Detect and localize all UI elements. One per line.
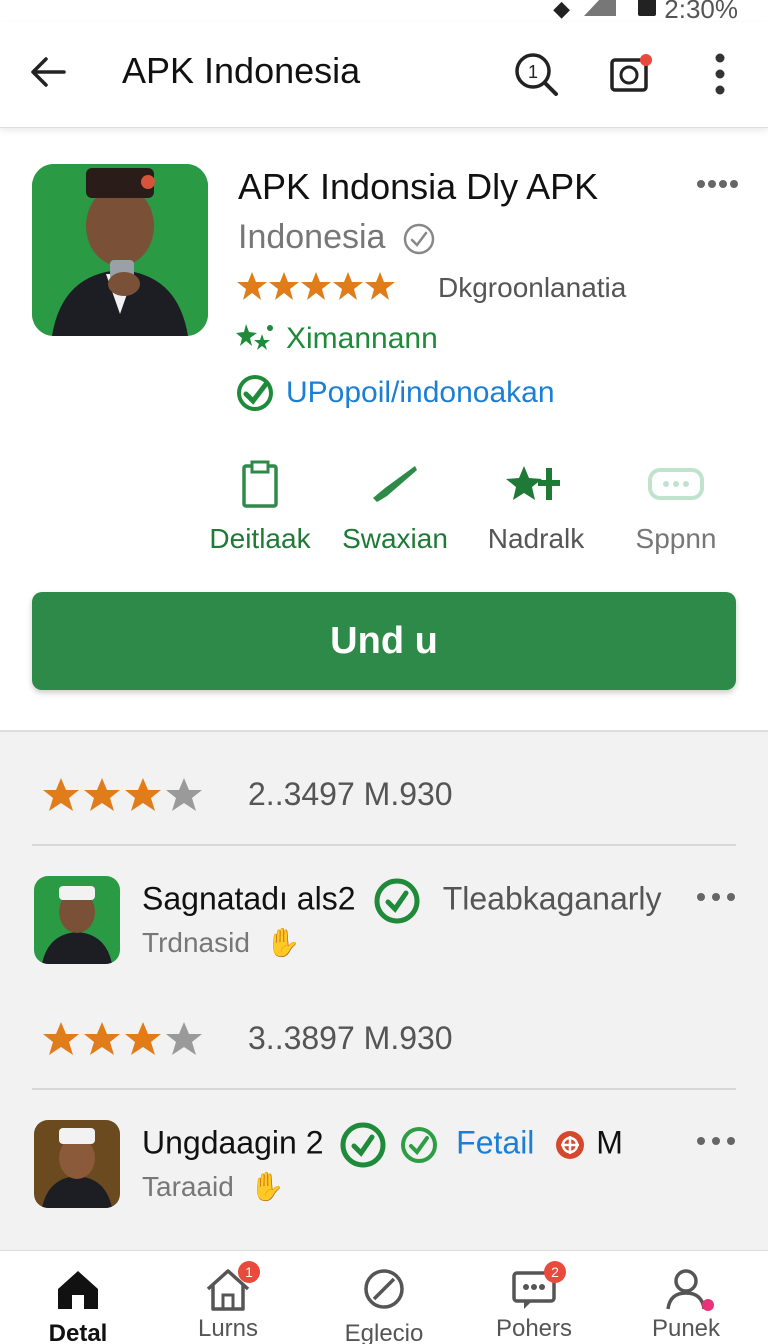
circle-slash-icon	[364, 1269, 404, 1309]
reviews-section: 2..3497 M.930 Sagnatadı als2 Tleabkagana…	[0, 730, 768, 1250]
bottom-navigation: Detal 1 Lurns Eglecio 2 Pohers Punek	[0, 1250, 768, 1344]
status-bar: ◆ 2:30%	[0, 0, 768, 24]
install-button[interactable]: Und u	[32, 592, 736, 690]
target-icon	[556, 1131, 585, 1159]
verified-badge-icon	[374, 878, 420, 924]
verified-check-icon	[403, 223, 435, 255]
nav-eglecio[interactable]: Eglecio	[324, 1267, 444, 1344]
sparkle-icon	[506, 466, 560, 500]
notification-dot	[702, 1299, 714, 1311]
search-icon[interactable]: 1	[512, 50, 560, 98]
check-circle-icon	[401, 1127, 438, 1163]
rating-value: 3..3897 M.930	[248, 1020, 453, 1056]
action-label: Nadralk	[487, 523, 585, 554]
nav-pohers[interactable]: 2 Pohers	[474, 1261, 594, 1343]
action-label: Deitlaak	[209, 523, 311, 554]
nav-label: Detal	[48, 1320, 108, 1344]
rating-stars	[43, 1022, 202, 1055]
more-horizontal-icon[interactable]	[696, 1134, 736, 1148]
app-name: APK Indonsia Dly APK	[238, 166, 599, 207]
check-circle-icon	[237, 375, 273, 411]
thumbs-up-icon[interactable]: ✋	[250, 1171, 285, 1202]
avatar	[34, 1120, 120, 1208]
app-rating-stars	[237, 272, 395, 300]
more-horizontal-icon[interactable]	[696, 176, 738, 192]
wifi-icon: ◆	[553, 0, 570, 21]
nav-lurns[interactable]: 1 Lurns	[168, 1261, 288, 1343]
page-title: APK Indonesia	[122, 50, 361, 91]
nav-punek[interactable]: Punek	[626, 1267, 746, 1343]
action-row: Deitlaak Swaxian Nadralk Sppnn	[0, 460, 768, 560]
overflow-menu-icon[interactable]	[696, 50, 744, 98]
review-item[interactable]: Ungdaagin 2 Fetail M Taraaid ✋	[34, 1120, 744, 1220]
rating-stars	[43, 778, 202, 811]
category-badge[interactable]: Ximannann	[236, 322, 438, 356]
nav-label: Eglecio	[344, 1320, 424, 1344]
app-header: APK Indonsia Dly APK Indonesia Dkgroonla…	[0, 140, 768, 730]
more-horizontal-icon[interactable]	[696, 890, 736, 904]
thumbs-up-icon[interactable]: ✋	[266, 927, 301, 958]
reviewer-name: Ungdaagin 2 Fetail M	[142, 1122, 623, 1168]
reviewer-name: Sagnatadı als2 Tleabkaganarly	[142, 878, 662, 924]
house-icon: 1	[204, 1261, 260, 1311]
reviewer-subtitle: Taraaid ✋	[142, 1171, 285, 1202]
rating-value: 2..3497 M.930	[248, 776, 453, 812]
signal-icon	[584, 0, 616, 16]
developer-name[interactable]: Indonesia	[238, 218, 385, 257]
action-deitlaak[interactable]: Deitlaak	[190, 460, 330, 555]
battery-icon	[638, 0, 656, 16]
nav-badge: 1	[238, 1261, 260, 1283]
action-nadralk[interactable]: Nadralk	[466, 460, 606, 555]
action-label: Sppnn	[635, 523, 717, 554]
category-badge-label: Ximannann	[286, 322, 438, 355]
back-arrow-icon[interactable]	[28, 52, 68, 92]
nav-label: Punek	[651, 1315, 721, 1342]
check-icon	[373, 466, 417, 502]
top-app-bar: APK Indonesia 1	[0, 22, 768, 128]
sparkle-icon	[236, 324, 273, 350]
detail-link[interactable]: Fetail	[456, 1124, 534, 1160]
action-swaxian[interactable]: Swaxian	[325, 460, 465, 555]
app-link-label: UPopoil/indonoakan	[286, 376, 555, 409]
svg-text:1: 1	[528, 62, 538, 82]
app-link[interactable]: UPopoil/indonoakan	[236, 374, 555, 412]
nav-badge: 2	[544, 1261, 566, 1283]
nav-label: Lurns	[197, 1315, 259, 1342]
avatar	[34, 876, 120, 964]
divider	[32, 844, 736, 846]
developer-subtitle: Dkgroonlanatia	[438, 272, 627, 303]
action-sppnn[interactable]: Sppnn	[606, 460, 746, 555]
chat-icon	[648, 468, 704, 500]
clipboard-icon	[242, 460, 278, 508]
home-icon	[58, 1271, 98, 1309]
divider	[32, 1088, 736, 1090]
nav-label: Pohers	[495, 1315, 573, 1342]
camera-icon[interactable]	[606, 50, 654, 98]
profile-icon	[662, 1267, 714, 1311]
app-icon	[32, 164, 208, 336]
reviewer-subtitle: Trdnasid ✋	[142, 927, 301, 958]
sync-badge-icon	[340, 1122, 386, 1168]
message-icon: 2	[510, 1261, 566, 1311]
review-item[interactable]: Sagnatadı als2 Tleabkaganarly Trdnasid ✋	[34, 876, 744, 976]
nav-detal[interactable]: Detal	[18, 1267, 138, 1344]
rating-summary: 3..3897 M.930	[42, 1016, 742, 1066]
rating-summary: 2..3497 M.930	[42, 772, 742, 822]
action-label: Swaxian	[342, 523, 448, 554]
